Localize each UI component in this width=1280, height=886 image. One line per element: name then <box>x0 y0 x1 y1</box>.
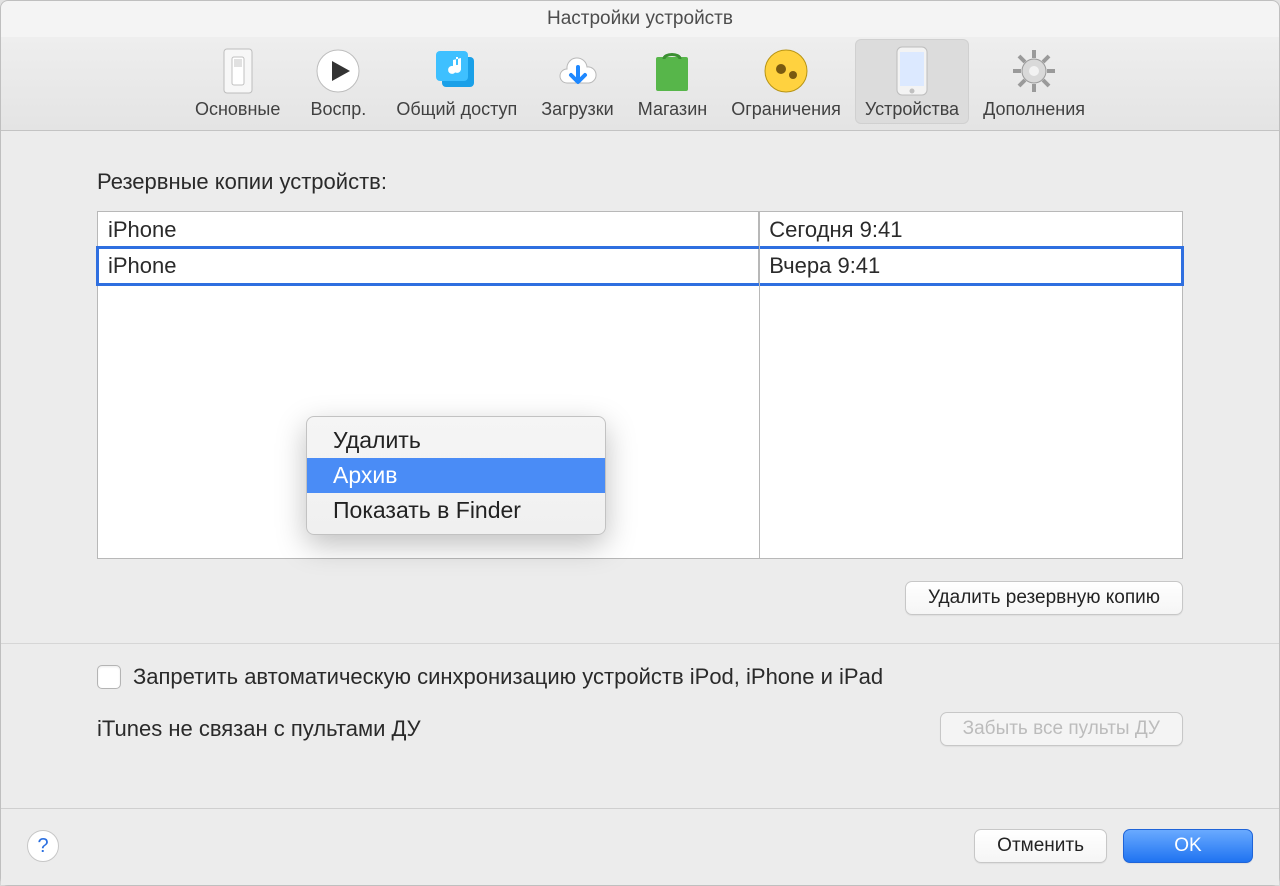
help-icon: ? <box>37 835 48 858</box>
backups-table[interactable]: iPhone Сегодня 9:41 iPhone Вчера 9:41 <box>97 211 1183 559</box>
parental-icon <box>760 45 812 97</box>
tab-label: Устройства <box>865 99 959 120</box>
tab-playback[interactable]: Воспр. <box>294 39 382 124</box>
divider <box>1 643 1279 644</box>
table-row[interactable]: iPhone Сегодня 9:41 <box>98 212 1182 248</box>
switch-icon <box>212 45 264 97</box>
tab-general[interactable]: Основные <box>185 39 290 124</box>
menu-archive[interactable]: Архив <box>307 458 605 493</box>
preferences-window: Настройки устройств Основные Воспр. Общи… <box>0 0 1280 886</box>
tab-restrictions[interactable]: Ограничения <box>721 39 851 124</box>
tab-downloads[interactable]: Загрузки <box>531 39 623 124</box>
preferences-toolbar: Основные Воспр. Общий доступ Загрузки Ма… <box>1 37 1279 131</box>
footer: ? Отменить OK <box>1 808 1279 885</box>
window-title: Настройки устройств <box>1 1 1279 37</box>
content-area: Резервные копии устройств: iPhone Сегодн… <box>1 131 1279 808</box>
phone-icon <box>886 45 938 97</box>
device-name-cell: iPhone <box>98 248 759 283</box>
cancel-button[interactable]: Отменить <box>974 829 1107 863</box>
delete-backup-button[interactable]: Удалить резервную копию <box>905 581 1183 615</box>
play-icon <box>312 45 364 97</box>
tab-label: Дополнения <box>983 99 1085 120</box>
tab-label: Воспр. <box>310 99 366 120</box>
device-name-cell: iPhone <box>98 212 759 247</box>
tab-label: Основные <box>195 99 280 120</box>
cloud-download-icon <box>552 45 604 97</box>
menu-delete[interactable]: Удалить <box>307 423 605 458</box>
music-folder-icon <box>431 45 483 97</box>
tab-sharing[interactable]: Общий доступ <box>386 39 527 124</box>
tab-store[interactable]: Магазин <box>628 39 717 124</box>
tab-advanced[interactable]: Дополнения <box>973 39 1095 124</box>
context-menu: Удалить Архив Показать в Finder <box>306 416 606 535</box>
tab-label: Ограничения <box>731 99 841 120</box>
tab-label: Общий доступ <box>396 99 517 120</box>
prevent-sync-row: Запретить автоматическую синхронизацию у… <box>97 664 1183 690</box>
tab-label: Загрузки <box>541 99 613 120</box>
help-button[interactable]: ? <box>27 830 59 862</box>
tab-label: Магазин <box>638 99 707 120</box>
store-bag-icon <box>646 45 698 97</box>
gear-icon <box>1008 45 1060 97</box>
backup-date-cell: Вчера 9:41 <box>759 248 1182 283</box>
forget-remotes-button: Забыть все пульты ДУ <box>940 712 1183 746</box>
backup-date-cell: Сегодня 9:41 <box>759 212 1182 247</box>
ok-button[interactable]: OK <box>1123 829 1253 863</box>
menu-reveal-in-finder[interactable]: Показать в Finder <box>307 493 605 528</box>
prevent-sync-checkbox[interactable] <box>97 665 121 689</box>
backups-heading: Резервные копии устройств: <box>97 169 1183 195</box>
table-row[interactable]: iPhone Вчера 9:41 <box>98 248 1182 284</box>
tab-devices[interactable]: Устройства <box>855 39 969 124</box>
prevent-sync-label: Запретить автоматическую синхронизацию у… <box>133 664 883 690</box>
remotes-status: iTunes не связан с пультами ДУ <box>97 716 421 742</box>
